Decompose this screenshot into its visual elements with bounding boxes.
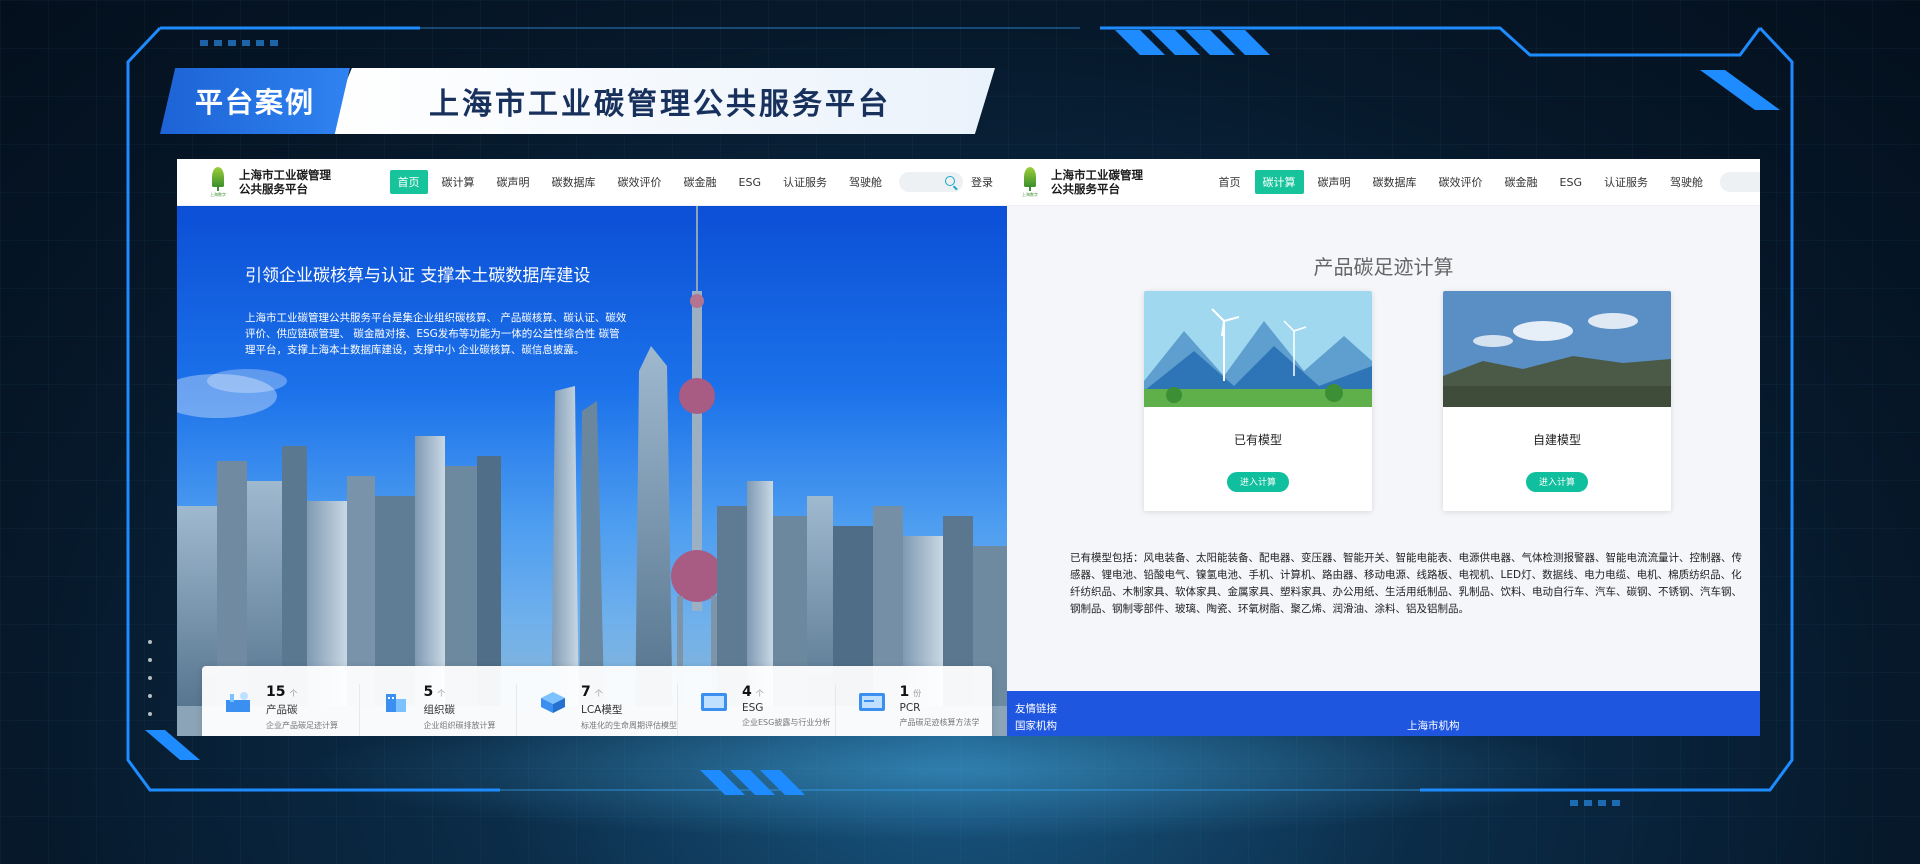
logo-caption: 上海数字	[210, 192, 226, 197]
stats-panel: 15 个 产品碳 企业产品碳足迹计算 5个 组织碳 企业组织碳排放计算 7 个 …	[202, 666, 992, 736]
stat-subtitle: 企业ESG披露与行业分析	[742, 718, 831, 727]
footer-links-title: 友情链接	[1015, 703, 1057, 715]
stat-subtitle: 企业产品碳足迹计算	[266, 721, 338, 730]
stat-subtitle: 产品碳足迹核算方法学	[899, 718, 980, 727]
nav-item-carbon-finance[interactable]: 碳金融	[676, 170, 725, 194]
nav-item-carbon-calc[interactable]: 碳计算	[1254, 170, 1304, 194]
leaf-logo-icon: 上海数字	[207, 167, 229, 197]
logo-text: 上海市工业碳管理公共服务平台	[239, 168, 331, 196]
leaf-logo-icon: 上海数字	[1019, 167, 1041, 197]
nav-item-certification[interactable]: 认证服务	[775, 170, 835, 194]
stat-number: 4	[742, 684, 752, 700]
wind-turbine-landscape-image	[1144, 291, 1372, 407]
enter-calc-button[interactable]: 进入计算	[1526, 472, 1588, 492]
top-navbar: 上海数字 上海市工业碳管理公共服务平台 首页 碳计算 碳声明 碳数据库 碳效评价…	[177, 159, 1007, 206]
nav-item-carbon-efficiency[interactable]: 碳效评价	[610, 170, 670, 194]
logo-caption: 上海数字	[1022, 192, 1038, 197]
nav-item-carbon-database[interactable]: 碳数据库	[544, 170, 604, 194]
nav-item-home[interactable]: 首页	[389, 170, 428, 194]
nav-item-esg[interactable]: ESG	[731, 172, 769, 193]
stat-product-carbon[interactable]: 15 个 产品碳 企业产品碳足迹计算	[202, 684, 360, 736]
stat-esg[interactable]: 4个 ESG 企业ESG披露与行业分析	[678, 684, 836, 736]
stat-unit: 个	[289, 689, 298, 698]
stat-unit: 个	[594, 689, 603, 698]
page-title: 产品碳足迹计算	[1313, 255, 1454, 279]
enter-calc-button[interactable]: 进入计算	[1227, 472, 1289, 492]
mountain-landscape-image	[1443, 291, 1671, 407]
existing-model-card[interactable]: 已有模型 进入计算	[1144, 291, 1372, 511]
stat-name: 产品碳	[266, 704, 298, 716]
stat-number: 15	[266, 684, 286, 700]
footer-shanghai-agencies-link[interactable]: 上海市机构	[1407, 718, 1460, 733]
nav-item-cockpit[interactable]: 驾驶舱	[1662, 170, 1711, 194]
nav-item-carbon-database[interactable]: 碳数据库	[1365, 170, 1425, 194]
stat-subtitle: 企业组织碳排放计算	[423, 721, 496, 730]
stat-organization-carbon[interactable]: 5个 组织碳 企业组织碳排放计算	[360, 684, 517, 736]
search-input[interactable]	[899, 172, 963, 192]
main-nav: 首页 碳计算 碳声明 碳数据库 碳效评价 碳金融 ESG 认证服务 驾驶舱 登录	[387, 170, 1007, 194]
nav-item-cockpit[interactable]: 驾驶舱	[841, 170, 890, 194]
search-icon[interactable]	[945, 176, 955, 186]
stat-unit: 个	[755, 689, 764, 698]
footer-national-agencies-link[interactable]: 国家机构	[1015, 718, 1057, 733]
stat-number: 5	[423, 684, 434, 700]
stat-unit: 个	[437, 689, 446, 698]
factory-icon	[224, 690, 252, 714]
stat-lca-model[interactable]: 7个 LCA模型 标准化的生命周期评估模型	[517, 684, 678, 736]
nav-item-certification[interactable]: 认证服务	[1596, 170, 1656, 194]
model-list-text: 已有模型包括：风电装备、太阳能装备、配电器、变压器、智能开关、智能电能表、电源供…	[1070, 552, 1742, 615]
stat-subtitle: 标准化的生命周期评估模型	[581, 721, 677, 730]
banner-tag: 平台案例	[160, 68, 350, 134]
banner-title: 上海市工业碳管理公共服务平台	[325, 68, 995, 134]
top-navbar: 上海数字 上海市工业碳管理公共服务平台 首页 碳计算 碳声明 碳数据库 碳效评价…	[1007, 159, 1760, 206]
custom-model-card[interactable]: 自建模型 进入计算	[1443, 291, 1671, 511]
pcr-icon	[858, 690, 886, 714]
stat-number: 1	[899, 684, 910, 700]
site-logo[interactable]: 上海数字 上海市工业碳管理公共服务平台	[207, 167, 335, 197]
screenshot-carbon-calc: 上海数字 上海市工业碳管理公共服务平台 首页 碳计算 碳声明 碳数据库 碳效评价…	[1007, 159, 1760, 736]
stat-name: LCA模型	[581, 704, 623, 716]
hero-title: 引领企业碳核算与认证 支撑本土碳数据库建设	[245, 266, 591, 286]
login-link[interactable]: 登录	[971, 174, 993, 190]
footer: 友情链接 国家机构 上海市机构	[1007, 691, 1760, 736]
cube-icon	[539, 690, 567, 714]
nav-item-carbon-declaration[interactable]: 碳声明	[489, 170, 538, 194]
esg-icon	[700, 690, 728, 714]
card-label: 自建模型	[1532, 433, 1581, 447]
stat-number: 7	[581, 684, 591, 700]
site-logo[interactable]: 上海数字 上海市工业碳管理公共服务平台	[1019, 167, 1147, 197]
nav-item-carbon-calc[interactable]: 碳计算	[434, 170, 483, 194]
stat-name: 组织碳	[423, 704, 456, 716]
stat-name: ESG	[742, 702, 764, 714]
main-nav: 首页 碳计算 碳声明 碳数据库 碳效评价 碳金融 ESG 认证服务 驾驶舱	[1208, 170, 1760, 194]
hero-banner: 引领企业碳核算与认证 支撑本土碳数据库建设 上海市工业碳管理公共服务平台是集企业…	[177, 206, 1007, 736]
nav-item-esg[interactable]: ESG	[1552, 172, 1590, 193]
stat-pcr[interactable]: 1份 PCR 产品碳足迹核算方法学	[836, 684, 993, 736]
hero-description: 上海市工业碳管理公共服务平台是集企业组织碳核算、 产品碳核算、碳认证、碳效评价、…	[245, 312, 627, 356]
title-banner: 上海市工业碳管理公共服务平台 平台案例	[160, 68, 995, 134]
stat-unit: 份	[913, 689, 922, 698]
building-icon	[382, 690, 410, 714]
nav-item-carbon-finance[interactable]: 碳金融	[1497, 170, 1546, 194]
screenshot-home: 上海数字 上海市工业碳管理公共服务平台 首页 碳计算 碳声明 碳数据库 碳效评价…	[177, 159, 1007, 736]
nav-item-home[interactable]: 首页	[1211, 170, 1249, 194]
logo-text: 上海市工业碳管理公共服务平台	[1051, 168, 1143, 196]
stat-name: PCR	[899, 702, 921, 714]
nav-item-carbon-declaration[interactable]: 碳声明	[1310, 170, 1359, 194]
card-label: 已有模型	[1233, 433, 1282, 447]
nav-item-carbon-efficiency[interactable]: 碳效评价	[1431, 170, 1491, 194]
search-input[interactable]	[1720, 172, 1760, 192]
